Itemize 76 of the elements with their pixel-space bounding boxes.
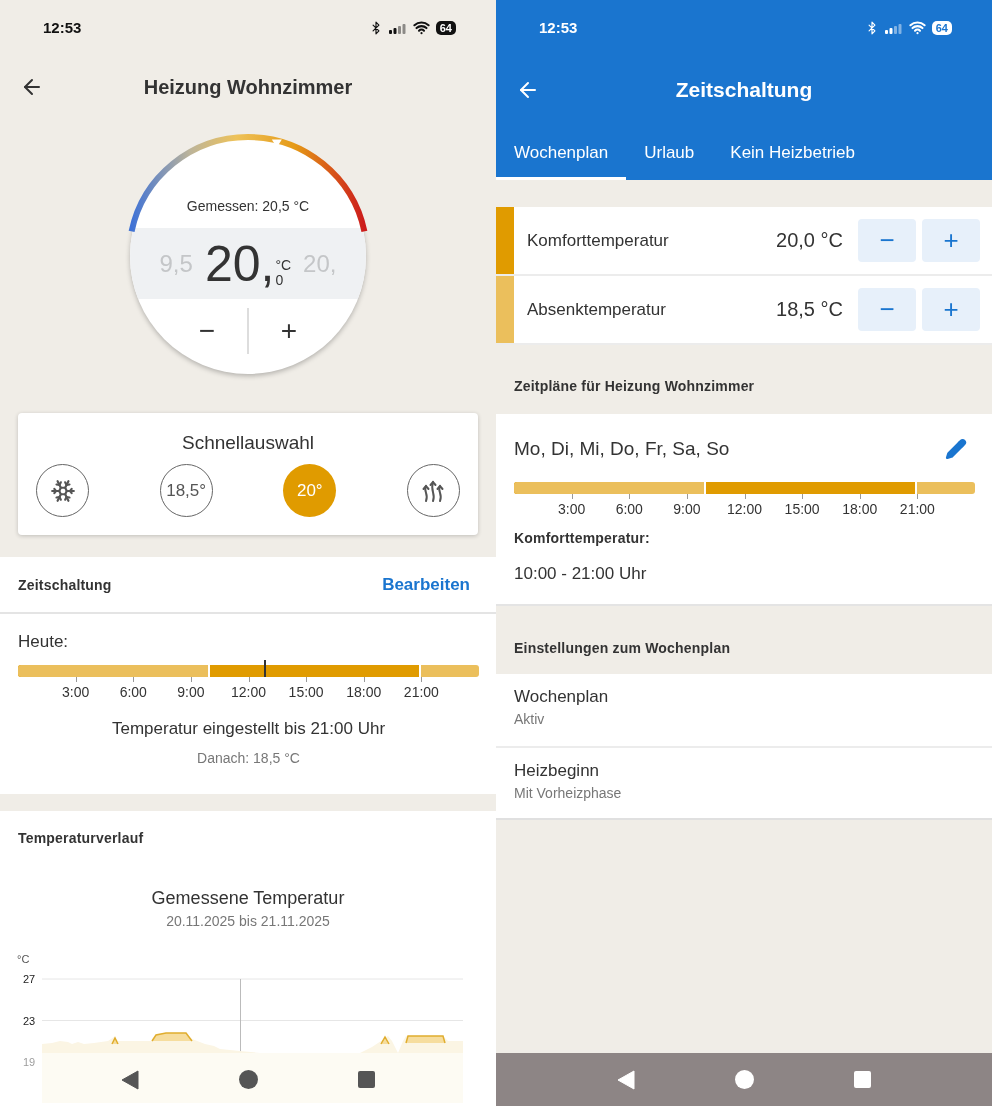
preset-button[interactable] [406, 464, 460, 517]
decrease-button[interactable]: − [167, 315, 247, 347]
preset-button[interactable]: 18,5° [159, 464, 213, 517]
time-tick: 6:00 [119, 684, 147, 700]
axis-tick: 23 [23, 1014, 36, 1027]
time-tick: 9:00 [673, 501, 701, 517]
time-tick: 18:00 [346, 684, 382, 700]
time-tick: 6:00 [615, 501, 643, 517]
snowflake-icon [49, 477, 76, 504]
setpoint-decimal: 0 [275, 273, 285, 289]
setting-title: Wochenplan [514, 687, 610, 707]
axis-tick: 27 [23, 973, 36, 985]
page-title: Heizung Wohnzimmer [143, 75, 353, 99]
back-icon[interactable] [121, 1069, 139, 1090]
next-temperature: Danach: 18,5 °C [196, 750, 301, 766]
temperature-color-strip [496, 207, 514, 274]
schedule-status: Temperatur eingestellt bis 21:00 Uhr [110, 719, 387, 739]
measured-temperature: Gemessen: 20,5 °C [186, 198, 310, 216]
tab[interactable]: Urlaub [626, 125, 713, 180]
period-label: Komforttemperatur: [514, 530, 651, 546]
increase-button[interactable]: + [922, 219, 980, 262]
tab[interactable]: Wochenplan [496, 125, 627, 180]
section-heading: Zeitschaltung [18, 576, 112, 593]
setting-title: Heizbeginn [514, 761, 601, 781]
time-tick: 15:00 [784, 501, 820, 517]
time-tick: 12:00 [231, 684, 266, 700]
time-tick: 18:00 [842, 501, 878, 517]
temperature-label: Absenktemperatur [527, 299, 667, 320]
time-tick: 9:00 [177, 684, 205, 700]
preset-button[interactable]: 20° [283, 464, 337, 517]
settings-item[interactable]: Wochenplan Aktiv [496, 674, 992, 746]
edit-button[interactable] [945, 438, 967, 460]
page-title: Zeitschaltung [675, 78, 813, 102]
setting-value: Aktiv [514, 711, 546, 727]
temperature-color-strip [496, 276, 514, 343]
battery-indicator: 64 [931, 20, 952, 35]
section-heading: Temperaturverlauf [18, 830, 145, 846]
wifi-icon [412, 19, 430, 36]
section-heading: Einstellungen zum Wochenplan [514, 640, 731, 656]
date-range: 20.11.2025 bis 21.11.2025 [165, 913, 331, 929]
chart-title: Gemessene Temperatur [150, 888, 346, 909]
time-tick: 3:00 [558, 501, 586, 517]
time-tick: 15:00 [288, 684, 324, 700]
unit-label: °C [275, 257, 292, 274]
time-tick: 21:00 [899, 501, 935, 517]
battery-indicator: 64 [435, 20, 456, 35]
time-tick: 3:00 [62, 684, 90, 700]
period-time: 10:00 - 21:00 Uhr [514, 564, 648, 584]
home-icon[interactable] [239, 1070, 258, 1089]
decrease-button[interactable]: − [858, 219, 916, 262]
status-time: 12:53 [43, 19, 82, 36]
signal-icon [884, 21, 903, 34]
setting-value: Mit Vorheizphase [514, 785, 623, 801]
status-time: 12:53 [539, 19, 578, 36]
temperature-value: 20,0 °C [776, 229, 843, 252]
increase-button[interactable]: + [249, 315, 329, 347]
wifi-icon [908, 19, 926, 36]
card-title: Schnellauswahl [182, 432, 314, 454]
edit-link[interactable]: Bearbeiten [382, 574, 470, 595]
day-label: Heute: [18, 632, 70, 652]
home-icon[interactable] [735, 1070, 754, 1089]
decrease-button[interactable]: − [858, 288, 916, 331]
setpoint-value: 20, [204, 238, 275, 289]
section-heading: Zeitpläne für Heizung Wohnzimmer [514, 378, 755, 394]
tab[interactable]: Kein Heizbetrieb [712, 125, 874, 180]
time-tick: 21:00 [403, 684, 439, 700]
unit-label: °C [17, 953, 30, 965]
temperature-label: Komforttemperatur [527, 230, 670, 251]
temperature-value: 18,5 °C [776, 298, 843, 321]
signal-icon [388, 21, 407, 34]
preset-button[interactable] [36, 464, 89, 517]
increase-button[interactable]: + [922, 288, 980, 331]
time-tick: 12:00 [727, 501, 762, 517]
axis-tick: 19 [23, 1056, 36, 1068]
settings-item[interactable]: Heizbeginn Mit Vorheizphase [496, 746, 992, 818]
schedule-days: Mo, Di, Mi, Do, Fr, Sa, So [514, 438, 730, 460]
